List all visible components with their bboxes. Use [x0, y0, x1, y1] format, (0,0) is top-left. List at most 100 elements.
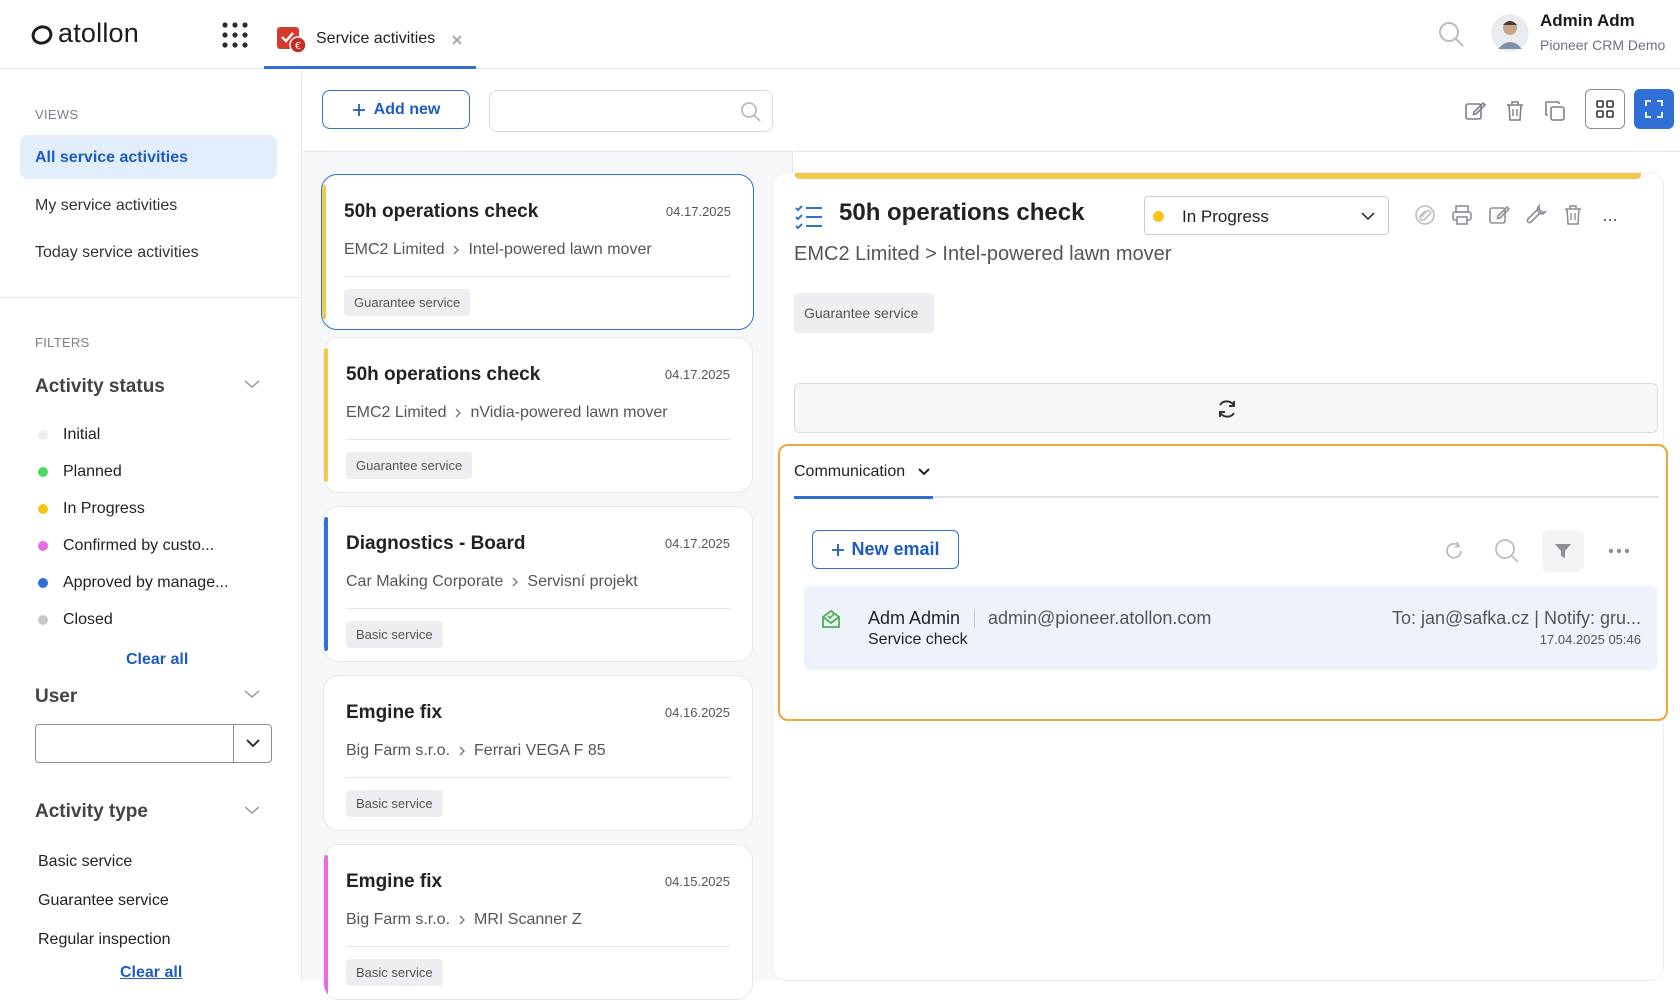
chevron-right-icon [459, 915, 466, 925]
status-select-value: In Progress [1182, 207, 1269, 226]
tab-communication[interactable]: Communication [794, 463, 931, 481]
apps-grid-icon[interactable] [221, 21, 249, 49]
atollon-logo[interactable]: atollon [30, 18, 139, 49]
activity-card[interactable]: 50h operations check 04.17.2025 EMC2 Lim… [323, 337, 753, 493]
refresh-bar[interactable] [794, 383, 1658, 433]
card-breadcrumb: EMC2 Limited nVidia-powered lawn mover [346, 404, 668, 422]
reload-icon[interactable] [1435, 532, 1473, 570]
email-sender-name: Adm Admin [868, 608, 961, 628]
card-item: Servisní projekt [527, 573, 638, 590]
chevron-down-icon [1360, 210, 1376, 222]
detail-toolbar [794, 70, 1680, 152]
more-options-icon[interactable] [1600, 532, 1638, 570]
status-select[interactable]: In Progress [1144, 196, 1389, 235]
new-email-label: New email [851, 539, 940, 559]
email-row[interactable]: Adm Admin admin@pioneer.atollon.com Serv… [804, 586, 1657, 670]
card-type-tag: Basic service [346, 959, 443, 986]
views-heading: VIEWS [35, 107, 79, 122]
status-filter-planned[interactable]: Planned [38, 463, 122, 481]
status-label: Approved by manage... [63, 574, 229, 591]
edit-icon[interactable] [1480, 196, 1518, 234]
tab-service-activities[interactable]: € Service activities [264, 18, 476, 69]
clear-status-filters-link[interactable]: Clear all [126, 651, 188, 669]
type-filter-regular-inspection[interactable]: Regular inspection [38, 931, 171, 949]
status-dot [38, 578, 48, 588]
email-sender-address: admin@pioneer.atollon.com [988, 608, 1212, 628]
user-select[interactable] [35, 724, 272, 763]
card-type-tag: Basic service [346, 621, 443, 648]
activity-status-heading[interactable]: Activity status [35, 376, 165, 398]
activity-list-panel: Add new 50h operations check 04.17.2025 … [303, 70, 793, 1000]
activity-card[interactable]: Emgine fix 04.15.2025 Big Farm s.r.o. MR… [323, 844, 753, 1000]
type-filter-basic-service[interactable]: Basic service [38, 853, 132, 871]
status-filter-approved[interactable]: Approved by manage... [38, 574, 228, 592]
card-company: Big Farm s.r.o. [346, 742, 451, 759]
card-company: Car Making Corporate [346, 573, 504, 590]
print-icon[interactable] [1443, 196, 1481, 234]
activity-card[interactable]: Diagnostics - Board 04.17.2025 Car Makin… [323, 506, 753, 662]
status-label: Confirmed by custo... [63, 537, 215, 554]
card-item: Intel-powered lawn mover [468, 241, 652, 258]
status-filter-closed[interactable]: Closed [38, 611, 113, 629]
activity-card[interactable]: Emgine fix 04.16.2025 Big Farm s.r.o. Fe… [323, 675, 753, 831]
global-search-icon[interactable] [1437, 20, 1465, 48]
chevron-down-icon[interactable] [243, 378, 261, 390]
filters-heading: FILTERS [35, 335, 90, 350]
more-options-icon[interactable]: ... [1591, 196, 1629, 234]
fullscreen-icon[interactable] [1634, 89, 1674, 129]
attachment-icon[interactable] [1406, 196, 1444, 234]
card-title: Emgine fix [346, 702, 443, 723]
card-date: 04.17.2025 [664, 536, 730, 551]
add-new-button[interactable]: Add new [322, 90, 470, 129]
sidebar: VIEWS All service activities My service … [0, 70, 302, 981]
clear-type-filters-link[interactable]: Clear all [120, 964, 182, 982]
chevron-down-icon[interactable] [243, 688, 261, 700]
communication-tab-label: Communication [794, 463, 906, 480]
delete-icon[interactable] [1554, 196, 1592, 234]
card-type-tag: Guarantee service [346, 452, 473, 479]
view-today-service-activities[interactable]: Today service activities [20, 230, 277, 274]
card-type-tag: Guarantee service [344, 289, 471, 316]
edit-icon[interactable] [1456, 92, 1494, 130]
card-title: Emgine fix [346, 871, 443, 892]
activity-card[interactable]: 50h operations check 04.17.2025 EMC2 Lim… [321, 174, 754, 330]
card-title: 50h operations check [346, 364, 541, 385]
status-dot [1153, 211, 1164, 222]
list-search-input[interactable] [489, 90, 773, 132]
card-breadcrumb: EMC2 Limited Intel-powered lawn mover [344, 241, 652, 259]
refresh-icon[interactable] [1215, 397, 1239, 421]
status-filter-initial[interactable]: Initial [38, 426, 100, 444]
activity-type-heading[interactable]: Activity type [35, 801, 148, 823]
view-all-service-activities[interactable]: All service activities [20, 135, 277, 179]
card-date: 04.17.2025 [664, 367, 730, 382]
delete-icon[interactable] [1496, 92, 1534, 130]
grid-view-icon[interactable] [1585, 89, 1625, 129]
close-tab-icon[interactable] [450, 33, 464, 47]
card-date: 04.15.2025 [664, 874, 730, 889]
status-filter-in-progress[interactable]: In Progress [38, 500, 145, 518]
user-filter-heading[interactable]: User [35, 686, 77, 708]
more-options-label: ... [1602, 204, 1618, 225]
card-company: Big Farm s.r.o. [346, 911, 451, 928]
view-my-service-activities[interactable]: My service activities [20, 183, 277, 227]
chevron-down-icon [918, 468, 930, 476]
status-label: Closed [63, 611, 113, 628]
user-select-dropdown-button[interactable] [233, 725, 271, 762]
activity-breadcrumb[interactable]: EMC2 Limited > Intel-powered lawn mover [794, 243, 1171, 266]
card-breadcrumb: Car Making Corporate Servisní projekt [346, 573, 638, 591]
avatar[interactable] [1490, 13, 1530, 53]
copy-icon[interactable] [1536, 92, 1574, 130]
card-company: EMC2 Limited [344, 241, 445, 258]
top-bar: atollon € Service activities Admin Adm P… [0, 0, 1680, 69]
status-filter-confirmed[interactable]: Confirmed by custo... [38, 537, 214, 555]
search-icon[interactable] [1488, 532, 1526, 570]
type-filter-guarantee-service[interactable]: Guarantee service [38, 892, 169, 910]
status-color-bar [322, 185, 326, 319]
chevron-down-icon[interactable] [243, 804, 261, 816]
filter-icon[interactable] [1542, 530, 1584, 572]
new-email-button[interactable]: New email [812, 530, 959, 569]
wrench-icon[interactable] [1517, 196, 1555, 234]
task-list-icon [794, 204, 824, 230]
add-new-label: Add new [373, 100, 441, 118]
plus-icon [352, 103, 365, 116]
